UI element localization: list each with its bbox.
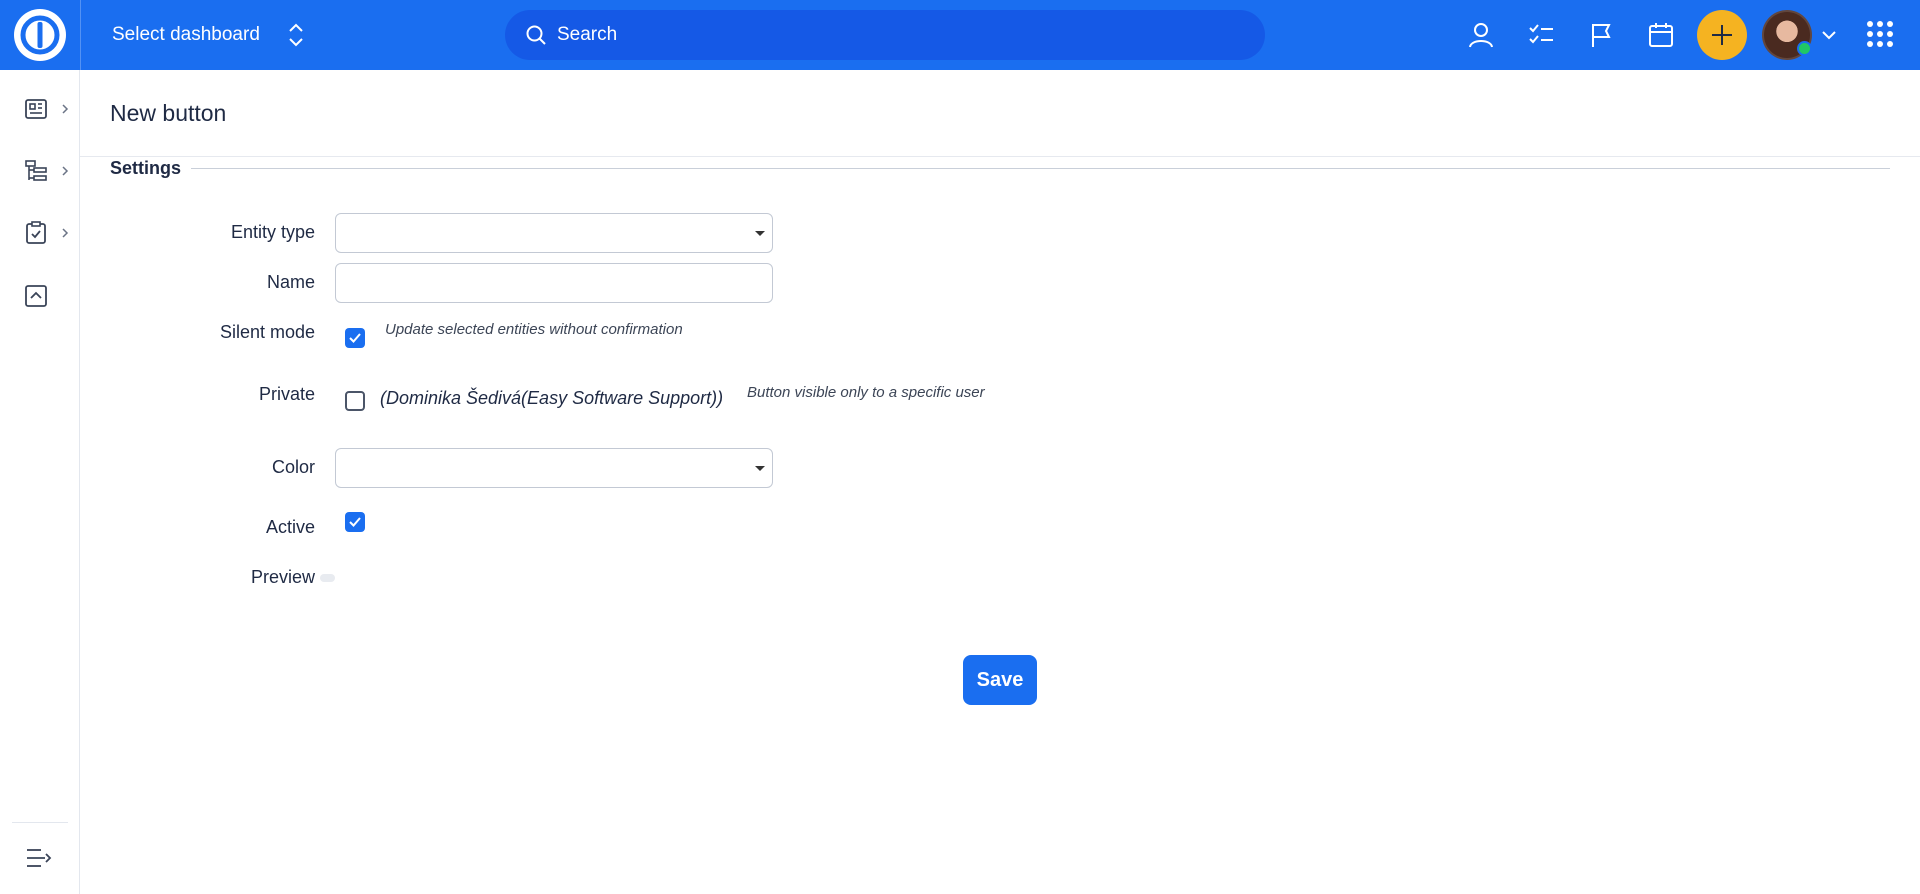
settings-legend: Settings (110, 158, 192, 179)
tree-list-icon (25, 160, 47, 181)
private-hint: Button visible only to a specific user (747, 384, 985, 401)
active-label: Active (265, 517, 315, 537)
page-title: New button (110, 100, 227, 126)
color-select[interactable] (335, 448, 773, 488)
checkmark-icon (349, 517, 361, 527)
chevron-right-icon (62, 104, 69, 114)
flag-icon (1592, 24, 1611, 47)
logo-icon (20, 15, 60, 55)
search-placeholder: Search (557, 24, 618, 45)
search-bar[interactable]: Search (505, 10, 1265, 60)
checkmark-icon (349, 333, 361, 343)
sidebar (0, 70, 80, 894)
app-logo[interactable] (14, 9, 66, 61)
preview-label: Preview (250, 567, 315, 587)
dashboard-select-label: Select dashboard (112, 24, 260, 45)
tasks-icon (1529, 24, 1553, 44)
user-icon (1469, 23, 1493, 48)
private-user-name: (Dominika Šedivá(Easy Software Support)) (380, 388, 724, 408)
caret-down-icon (755, 466, 765, 471)
calendar-button[interactable] (1642, 16, 1680, 54)
flag-button[interactable] (1582, 16, 1620, 54)
plus-icon (1712, 25, 1732, 45)
avatar[interactable] (1762, 10, 1812, 60)
silent-mode-hint: Update selected entities without confirm… (385, 321, 683, 338)
sidebar-item-dashboards[interactable] (24, 91, 78, 127)
sidebar-divider (12, 822, 68, 823)
user-button[interactable] (1462, 16, 1500, 54)
active-checkbox[interactable] (345, 512, 365, 532)
search-icon (526, 25, 546, 45)
tasks-button[interactable] (1522, 16, 1560, 54)
dashboard-select[interactable]: Select dashboard (112, 0, 303, 70)
name-field[interactable] (335, 263, 773, 303)
name-label: Name (266, 272, 315, 292)
color-label: Color (271, 457, 315, 477)
caret-down-icon (755, 231, 765, 236)
calendar-icon (1649, 23, 1673, 47)
silent-mode-checkbox[interactable] (345, 328, 365, 348)
dashboard-icon (25, 99, 47, 119)
silent-mode-label: Silent mode (219, 322, 315, 342)
chevron-right-icon (62, 166, 69, 176)
chevron-up-down-icon (289, 23, 303, 47)
chevron-down-icon[interactable] (1820, 24, 1838, 46)
entity-type-select[interactable] (335, 213, 773, 253)
title-divider (80, 156, 1920, 157)
create-new-button[interactable] (1697, 10, 1747, 60)
fieldset-border (190, 168, 1890, 169)
save-button[interactable]: Save (963, 655, 1037, 705)
entity-type-label: Entity type (230, 222, 315, 242)
apps-grid-icon[interactable] (1864, 18, 1896, 50)
sidebar-item-tree[interactable] (24, 153, 78, 189)
button-preview (320, 574, 335, 582)
top-navigation-bar: Select dashboard Search (0, 0, 1920, 70)
online-status-dot (1797, 41, 1812, 56)
topbar-divider (80, 0, 81, 70)
private-checkbox[interactable] (345, 391, 365, 411)
private-label: Private (258, 384, 315, 404)
menu-collapse-icon[interactable] (25, 846, 53, 870)
